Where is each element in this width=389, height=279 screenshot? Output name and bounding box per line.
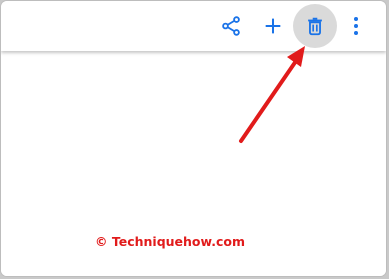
trash-icon (308, 17, 322, 36)
plus-icon (265, 18, 281, 34)
more-vertical-icon (354, 17, 358, 35)
add-button[interactable] (251, 4, 295, 48)
share-icon (222, 16, 240, 36)
share-button[interactable] (209, 4, 253, 48)
more-options-button[interactable] (341, 4, 371, 48)
app-window: © Techniquehow.com (1, 1, 386, 276)
watermark-text: © Techniquehow.com (95, 234, 246, 249)
top-toolbar (1, 1, 386, 51)
delete-button[interactable] (293, 4, 337, 48)
